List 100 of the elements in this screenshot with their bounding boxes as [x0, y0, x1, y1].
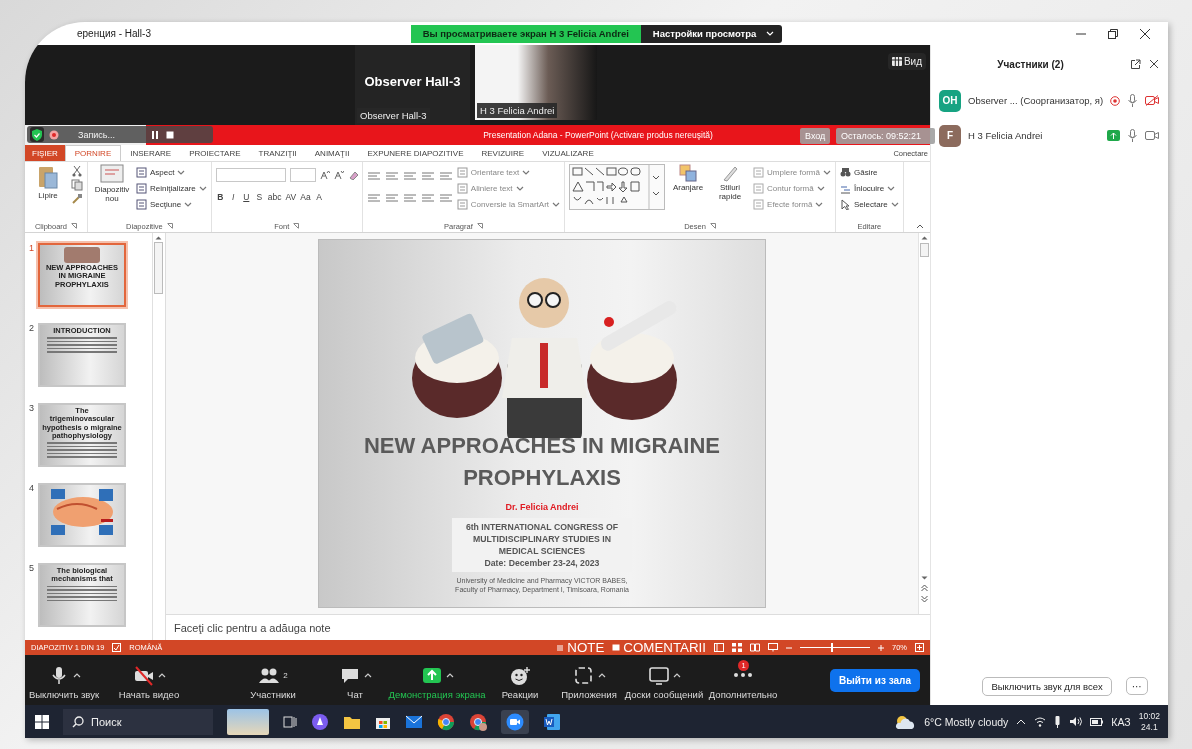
apps-button[interactable]: Приложения — [553, 660, 625, 700]
arrange-button[interactable]: Aranjare — [669, 164, 708, 220]
zoom-in-icon[interactable] — [878, 644, 884, 651]
ribbon-tab[interactable]: VIZUALIZARE — [533, 145, 603, 161]
copy-icon[interactable] — [71, 179, 83, 191]
caret-icon[interactable] — [445, 671, 454, 679]
search-field[interactable]: Поиск — [63, 708, 213, 735]
scroll-down-icon[interactable] — [921, 576, 928, 581]
pop-out-icon[interactable] — [1130, 58, 1142, 70]
stop-icon[interactable] — [165, 129, 176, 140]
ribbon-button[interactable]: Conversie la SmartArt — [456, 197, 561, 211]
scrollbar-thumb[interactable] — [154, 242, 163, 294]
grow-font-icon[interactable] — [319, 170, 330, 180]
format-button[interactable]: U — [241, 192, 251, 202]
spelling-icon[interactable] — [112, 643, 122, 652]
paste-button[interactable]: Lipire — [29, 164, 67, 220]
next-slide-icon[interactable] — [921, 595, 928, 603]
task-view-icon[interactable] — [283, 714, 297, 729]
format-button[interactable]: S — [254, 192, 264, 202]
close-icon[interactable] — [1149, 59, 1160, 69]
launcher-icon[interactable] — [476, 223, 483, 229]
cloud-icon[interactable] — [894, 713, 917, 730]
reactions-button[interactable]: Реакции — [487, 660, 553, 700]
format-button[interactable]: A — [314, 192, 324, 202]
ribbon-button[interactable]: Înlocuire — [839, 181, 899, 195]
view-options-button[interactable]: Настройки просмотра — [640, 24, 783, 43]
video-app-button[interactable] — [501, 709, 529, 734]
new-slide-button[interactable]: Diapozitiv nou — [92, 164, 132, 220]
battery-icon[interactable] — [1090, 717, 1104, 726]
ribbon-button[interactable]: Reiniţializare — [136, 181, 207, 195]
ribbon-tab[interactable]: EXPUNERE DIAPOZITIVE — [358, 145, 473, 161]
launcher-icon[interactable] — [293, 223, 300, 229]
ribbon-tab[interactable]: INSERARE — [121, 145, 181, 161]
ribbon-button[interactable]: Contur formă — [753, 181, 831, 195]
eraser-icon[interactable] — [347, 170, 358, 180]
launcher-icon[interactable] — [166, 223, 173, 229]
slide-thumbnail[interactable] — [38, 483, 126, 547]
ribbon-tab[interactable]: PORNIRE — [64, 145, 122, 161]
mail-icon[interactable] — [405, 714, 423, 729]
comments-button[interactable]: COMENTARII — [612, 640, 706, 655]
font-name-field[interactable] — [215, 168, 286, 182]
caret-icon[interactable] — [363, 671, 372, 679]
ribbon-button[interactable]: Efecte formă — [753, 197, 831, 211]
quick-styles-button[interactable]: Stiluri rapide — [711, 164, 750, 220]
zoom-slider-thumb[interactable] — [831, 643, 834, 652]
video-button[interactable]: Начать видео — [103, 660, 195, 700]
normal-view-icon[interactable] — [714, 643, 724, 652]
caret-icon[interactable] — [72, 671, 81, 679]
ribbon-tab[interactable]: FIŞIER — [25, 145, 65, 161]
reading-view-icon[interactable] — [750, 643, 760, 652]
scrollbar-thumb[interactable] — [920, 243, 929, 257]
weather-text[interactable]: 6°C Mostly cloudy — [924, 715, 1009, 728]
fit-slide-icon[interactable] — [915, 643, 924, 652]
more-options-button[interactable]: ··· — [1125, 677, 1148, 695]
scroll-up-icon[interactable] — [155, 235, 162, 240]
ribbon-button[interactable]: Orientare text — [456, 165, 561, 179]
speaker-icon[interactable] — [1069, 716, 1083, 727]
font-size-field[interactable] — [289, 168, 316, 182]
pen-icon[interactable] — [1054, 715, 1062, 728]
mute-all-button[interactable]: Выключить звук для всех — [982, 676, 1112, 696]
ribbon-button[interactable]: Secţiune — [136, 197, 207, 211]
pause-icon[interactable] — [150, 129, 161, 140]
tray-caret-icon[interactable] — [1016, 718, 1027, 725]
chat-button[interactable]: Чат — [323, 660, 387, 700]
scissors-icon[interactable] — [71, 165, 83, 177]
format-button[interactable]: I — [228, 192, 238, 202]
leave-button[interactable]: Выйти из зала — [830, 668, 920, 692]
assistant-icon[interactable] — [311, 712, 329, 731]
mute-button[interactable]: Выключить звук — [25, 660, 103, 700]
shrink-font-icon[interactable] — [333, 170, 344, 180]
browser-icon[interactable] — [469, 712, 487, 731]
slideshow-icon[interactable] — [768, 643, 778, 652]
browser-icon[interactable] — [437, 712, 455, 731]
participants-button[interactable]: 2 Участники — [223, 660, 323, 700]
scroll-up-icon[interactable] — [921, 235, 928, 240]
ribbon-tab[interactable]: REVIZUIRE — [472, 145, 534, 161]
windows-icon[interactable] — [35, 714, 49, 729]
launcher-icon[interactable] — [709, 223, 716, 229]
notes-field[interactable]: Faceţi clic pentru a adăuga note — [166, 614, 930, 640]
wifi-icon[interactable] — [1034, 716, 1047, 727]
restore-icon[interactable] — [1108, 28, 1118, 39]
clock-date[interactable]: 24.1 — [1141, 721, 1158, 733]
caret-icon[interactable] — [157, 671, 166, 679]
sorter-view-icon[interactable] — [732, 643, 742, 652]
ribbon-button[interactable]: Selectare — [839, 197, 899, 211]
ribbon-button[interactable]: Aspect — [136, 165, 207, 179]
share-screen-button[interactable]: Демонстрация экрана — [387, 660, 487, 700]
ribbon-button[interactable]: Umplere formă — [753, 165, 831, 179]
notes-button[interactable]: NOTE — [556, 640, 605, 655]
close-icon[interactable] — [1140, 28, 1150, 39]
caret-icon[interactable] — [672, 671, 681, 679]
ribbon-tab[interactable]: ANIMAŢII — [305, 145, 359, 161]
format-button[interactable]: Aa — [300, 192, 311, 202]
document-app-icon[interactable] — [543, 712, 561, 731]
shapes-gallery-drawing[interactable] — [569, 164, 666, 210]
ribbon-button[interactable]: Aliniere text — [456, 181, 561, 195]
town-picture[interactable] — [227, 708, 269, 735]
format-button[interactable]: abc — [267, 192, 282, 202]
ribbon-button[interactable]: Găsire — [839, 165, 899, 179]
previous-slide-icon[interactable] — [921, 584, 928, 592]
